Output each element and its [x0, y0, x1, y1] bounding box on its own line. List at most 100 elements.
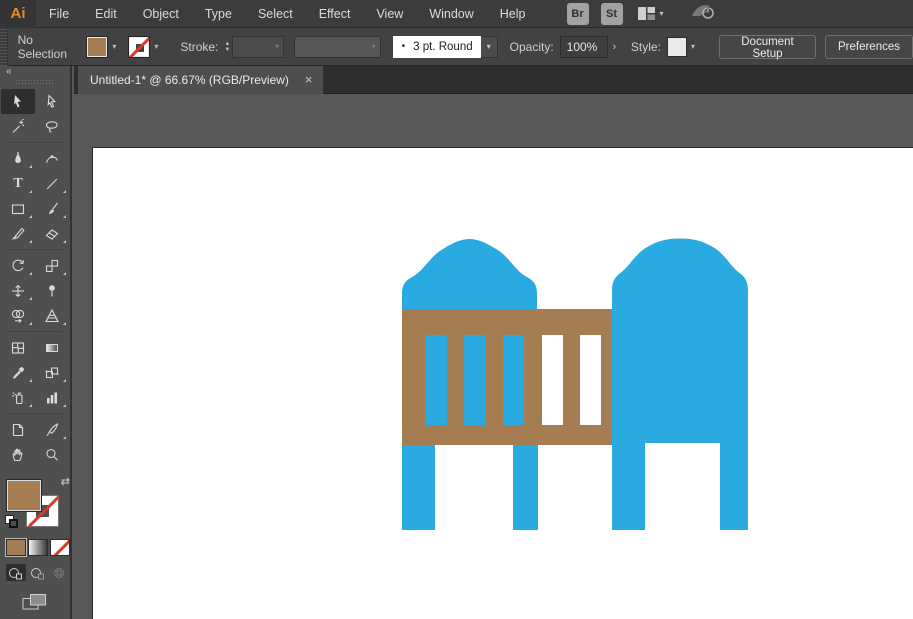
artboard-tool-icon — [12, 423, 24, 436]
perspective-grid-tool-icon — [45, 308, 59, 322]
rectangle-tool[interactable] — [1, 196, 35, 221]
menu-window[interactable]: Window — [416, 0, 486, 28]
eraser-tool[interactable] — [35, 221, 69, 246]
pen-tool[interactable] — [1, 146, 35, 171]
menu-type[interactable]: Type — [192, 0, 245, 28]
shaper-tool[interactable] — [1, 221, 35, 246]
hand-tool[interactable] — [1, 442, 35, 467]
scale-tool[interactable] — [35, 253, 69, 278]
menu-help[interactable]: Help — [487, 0, 539, 28]
menu-effect[interactable]: Effect — [306, 0, 364, 28]
none-slash-icon — [129, 36, 150, 57]
stroke-color-dropdown[interactable]: ▾ — [128, 35, 162, 58]
paint-none-button[interactable] — [50, 539, 70, 556]
shape-builder-tool[interactable] — [1, 303, 35, 328]
zoom-tool-icon — [46, 448, 58, 461]
app-logo: Ai — [0, 0, 36, 28]
fill-color-swatch — [86, 35, 109, 58]
magic-wand-tool[interactable] — [1, 114, 35, 139]
workspace-switcher[interactable]: ▾ — [637, 6, 664, 21]
line-segment-tool-icon — [46, 178, 58, 189]
menu-edit[interactable]: Edit — [82, 0, 130, 28]
curvature-tool[interactable] — [35, 146, 69, 171]
chevron-down-icon: ▾ — [112, 42, 117, 51]
opacity-input[interactable] — [559, 35, 608, 58]
document-area: Untitled-1* @ 66.67% (RGB/Preview) × — [74, 66, 913, 619]
document-tab[interactable]: Untitled-1* @ 66.67% (RGB/Preview) × — [78, 66, 323, 94]
draw-behind-button[interactable] — [28, 564, 48, 581]
gradient-tool[interactable] — [35, 335, 69, 360]
selection-tool[interactable] — [1, 89, 35, 114]
control-bar-grip[interactable] — [0, 27, 8, 66]
crib-right-footboard-shape[interactable] — [612, 238, 748, 531]
control-bar: No Selection ▾ ▾ Stroke: ▲ ▼ ▾ ▾ • 3 pt.… — [0, 27, 913, 66]
collapse-panel-button[interactable]: « — [0, 66, 70, 79]
preferences-button[interactable]: Preferences — [824, 34, 913, 59]
canvas-pasteboard[interactable] — [74, 94, 913, 619]
bridge-button[interactable]: Br — [566, 2, 589, 25]
stroke-weight-label: Stroke: — [180, 39, 219, 54]
paintbrush-tool-icon — [49, 202, 58, 214]
fill-proxy[interactable] — [6, 479, 42, 512]
zoom-tool[interactable] — [35, 442, 69, 467]
line-segment-tool[interactable] — [35, 171, 69, 196]
paint-style-row — [0, 538, 70, 557]
symbol-sprayer-tool[interactable] — [1, 385, 35, 410]
eyedropper-tool[interactable] — [1, 360, 35, 385]
document-setup-button[interactable]: Document Setup — [718, 34, 816, 60]
style-dropdown[interactable]: ▾ — [666, 36, 699, 57]
panel-grip[interactable] — [16, 80, 54, 85]
pen-tool-icon — [15, 151, 21, 163]
default-fill-stroke-icon[interactable] — [5, 515, 19, 529]
stroke-weight-dropdown[interactable]: ▾ — [232, 35, 285, 58]
artboard-tool[interactable] — [1, 417, 35, 442]
brush-preview-dropdown[interactable]: ▾ — [294, 35, 381, 58]
blend-tool[interactable] — [35, 360, 69, 385]
direct-selection-tool-icon — [47, 93, 56, 108]
rotate-tool[interactable] — [1, 253, 35, 278]
brush-definition-dropdown[interactable]: • 3 pt. Round ▾ — [392, 35, 498, 58]
slice-tool-icon — [46, 422, 59, 436]
opacity-expand-button[interactable]: › — [608, 36, 621, 58]
none-slash-icon — [51, 540, 69, 555]
fill-color-dropdown[interactable]: ▾ — [86, 35, 120, 58]
lasso-tool[interactable] — [35, 114, 69, 139]
crib-middle-leg-shape[interactable] — [513, 445, 538, 530]
menu-select[interactable]: Select — [245, 0, 306, 28]
perspective-grid-tool[interactable] — [35, 303, 69, 328]
close-icon[interactable]: × — [305, 73, 313, 86]
menu-file[interactable]: File — [36, 0, 82, 28]
chevron-right-icon: › — [612, 40, 617, 53]
direct-selection-tool[interactable] — [35, 89, 69, 114]
draw-normal-button[interactable] — [6, 564, 26, 581]
paint-gradient-button[interactable] — [28, 539, 48, 556]
swap-fill-stroke-icon[interactable]: ⇄ — [61, 475, 70, 488]
crib-artwork — [402, 238, 748, 531]
curvature-tool-icon — [45, 154, 58, 163]
drawing-mode-row — [0, 564, 70, 581]
puppet-warp-tool[interactable] — [35, 278, 69, 303]
column-graph-tool[interactable] — [35, 385, 69, 410]
paint-color-button[interactable] — [5, 538, 27, 557]
stroke-weight-stepper[interactable]: ▲ ▼ — [224, 41, 230, 53]
menu-view[interactable]: View — [363, 0, 416, 28]
lasso-tool-icon — [45, 120, 58, 133]
brush-definition-chevron-button[interactable]: ▾ — [480, 35, 498, 58]
type-tool[interactable]: T — [1, 171, 35, 196]
chevron-down-icon: ▾ — [690, 42, 695, 51]
mesh-tool[interactable] — [1, 335, 35, 360]
style-swatch — [666, 36, 687, 57]
blend-tool-icon — [45, 366, 59, 378]
change-screen-mode-button[interactable] — [0, 593, 70, 611]
slice-tool[interactable] — [35, 417, 69, 442]
stock-button[interactable]: St — [600, 2, 623, 25]
paintbrush-tool[interactable] — [35, 196, 69, 221]
fill-stroke-indicator: ⇄ — [0, 475, 72, 535]
gpu-performance-button[interactable] — [690, 2, 716, 25]
width-tool[interactable] — [1, 278, 35, 303]
draw-inside-icon — [54, 567, 64, 578]
menu-object[interactable]: Object — [130, 0, 192, 28]
crib-left-leg-shape[interactable] — [402, 445, 435, 530]
brush-definition-name: 3 pt. Round — [413, 40, 473, 53]
draw-inside-button[interactable] — [50, 564, 70, 581]
